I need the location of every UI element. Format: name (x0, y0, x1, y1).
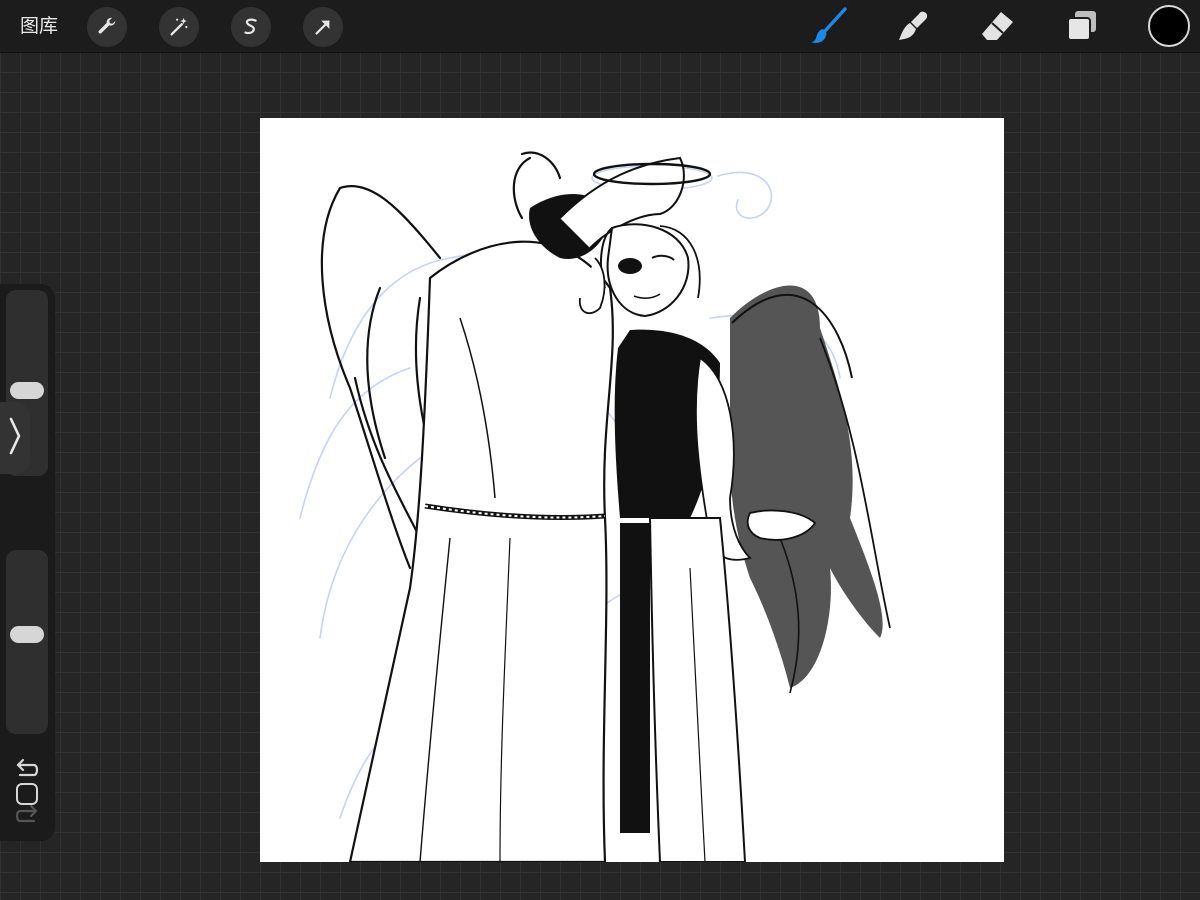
eraser-tool-button[interactable] (978, 6, 1018, 46)
layers-icon (1064, 8, 1100, 44)
top-toolbar: 图库 (0, 0, 1200, 53)
gallery-button[interactable]: 图库 (20, 12, 58, 40)
brush-icon (808, 6, 848, 46)
adjustments-button[interactable] (159, 7, 199, 47)
drawing-canvas[interactable] (260, 118, 1004, 862)
magic-wand-icon (168, 16, 190, 38)
actions-button[interactable] (87, 7, 127, 47)
brush-size-slider-thumb[interactable] (10, 382, 44, 400)
brush-tool-button[interactable] (808, 6, 848, 46)
eraser-icon (979, 8, 1017, 44)
selection-button[interactable] (231, 7, 271, 47)
left-sidebar (0, 284, 55, 841)
smudge-icon (895, 8, 931, 44)
sidebar-toggle-icon (8, 416, 22, 460)
undo-button[interactable] (13, 758, 41, 782)
redo-icon (14, 803, 40, 829)
color-swatch-button[interactable] (1148, 5, 1190, 47)
sidebar-toggle-button[interactable] (0, 402, 30, 474)
selection-s-icon (240, 16, 262, 38)
wrench-icon (96, 16, 118, 38)
transform-button[interactable] (303, 7, 343, 47)
opacity-slider-thumb[interactable] (10, 625, 44, 643)
canvas-artwork (299, 151, 891, 862)
undo-icon (14, 757, 40, 783)
transform-arrow-icon (312, 16, 334, 38)
layers-button[interactable] (1062, 6, 1102, 46)
smudge-tool-button[interactable] (893, 6, 933, 46)
redo-button[interactable] (13, 804, 41, 828)
